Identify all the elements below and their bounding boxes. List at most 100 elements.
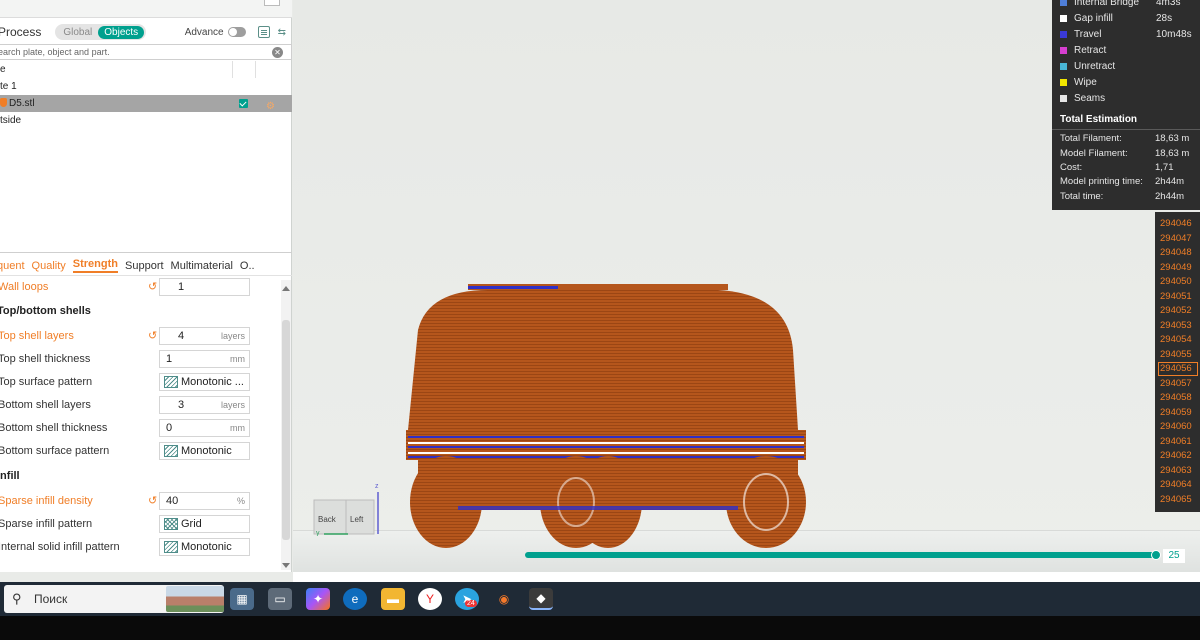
visible-checkbox[interactable] xyxy=(239,99,248,108)
internal-solid-infill-pattern-select[interactable]: Monotonic xyxy=(159,538,250,556)
section-top-bottom: Top/bottom shells xyxy=(0,301,280,321)
layer-list[interactable]: 294046 294047 294048 294049 294050 294051 2940… xyxy=(1155,212,1200,512)
file-explorer-icon[interactable]: ▬ xyxy=(381,588,405,610)
tab-support[interactable]: Support xyxy=(125,260,164,272)
layer-number[interactable]: 294059 xyxy=(1160,406,1192,420)
layer-number[interactable]: 294065 xyxy=(1160,493,1192,507)
bottom-shell-thickness-field[interactable]: 0 mm xyxy=(159,419,250,437)
object-search-bar: ✕ xyxy=(0,44,292,60)
setting-label: Bottom shell layers xyxy=(0,399,91,411)
sliced-model-preview xyxy=(406,284,806,548)
settings-panel: Wall loops ↺ 1 Top/bottom shells Top she… xyxy=(0,277,328,572)
layer-number[interactable]: 294060 xyxy=(1160,420,1192,434)
layer-number[interactable]: 294052 xyxy=(1160,304,1192,318)
legend-item: Gap infill 28s xyxy=(1060,12,1200,26)
setting-label: Bottom surface pattern xyxy=(0,445,110,457)
legend-item: Unretract xyxy=(1060,60,1200,74)
current-layer-marker xyxy=(1158,362,1198,376)
top-surface-pattern-select[interactable]: Monotonic ... xyxy=(159,373,250,391)
search-icon: ⚲ xyxy=(12,591,22,606)
layer-number[interactable]: 294055 xyxy=(1160,348,1192,362)
tree-row-root[interactable]: e xyxy=(0,61,292,78)
edge-browser-icon[interactable]: e xyxy=(343,588,367,610)
layer-number[interactable]: 294063 xyxy=(1160,464,1192,478)
wall-loops-field[interactable]: 1 xyxy=(159,278,328,296)
move-slider-handle[interactable] xyxy=(1151,550,1161,560)
process-title: Process xyxy=(0,25,42,39)
left-sidebar: Process Global Objects Advance ⇆ ✕ e te … xyxy=(0,0,328,572)
setting-label: Top surface pattern xyxy=(0,376,93,388)
estimation-row: Total time: 2h44m xyxy=(1060,191,1185,202)
calculator-icon[interactable]: ▦ xyxy=(230,588,254,610)
sparse-infill-pattern-select[interactable]: Grid xyxy=(159,515,250,533)
tab-quality[interactable]: Quality xyxy=(32,260,66,272)
setting-label: Sparse infill pattern xyxy=(0,518,93,530)
legend-item: Retract xyxy=(1060,44,1200,58)
object-search-input[interactable] xyxy=(0,45,268,59)
layer-number[interactable]: 294062 xyxy=(1160,449,1192,463)
compare-icon[interactable]: ⇆ xyxy=(278,27,286,38)
grid-pattern-icon xyxy=(164,518,178,530)
warning-icon xyxy=(0,98,7,107)
sparse-infill-density-field[interactable]: 40% xyxy=(159,492,250,510)
section-infill: Infill xyxy=(0,466,280,486)
tab-frequent[interactable]: quent xyxy=(0,260,25,272)
blender-icon[interactable]: ◉ xyxy=(492,588,516,610)
advance-toggle[interactable] xyxy=(227,27,246,37)
scroll-thumb xyxy=(282,320,290,540)
layer-number[interactable]: 294050 xyxy=(1160,275,1192,289)
settings-tabs: quent Quality Strength Support Multimate… xyxy=(0,256,292,276)
move-slider-track[interactable] xyxy=(525,552,1159,558)
cube-back-label: Back xyxy=(318,515,337,524)
z-axis-label: z xyxy=(375,483,379,490)
tree-row-outside[interactable]: tside xyxy=(0,112,292,129)
reset-icon[interactable]: ↺ xyxy=(148,491,157,511)
top-shell-layers-field[interactable]: 4 layers xyxy=(159,327,250,345)
clear-search-icon[interactable]: ✕ xyxy=(272,46,283,58)
layer-number[interactable]: 294061 xyxy=(1160,435,1192,449)
layer-number[interactable]: 294047 xyxy=(1160,232,1192,246)
reset-icon[interactable]: ↺ xyxy=(148,326,157,346)
setting-top-surface-pattern: Top surface pattern Monotonic ... xyxy=(0,372,280,392)
layer-number[interactable]: 294053 xyxy=(1160,319,1192,333)
layer-number[interactable]: 294064 xyxy=(1160,478,1192,492)
seg-global[interactable]: Global xyxy=(57,26,98,39)
settings-scrollbar[interactable] xyxy=(281,280,291,570)
layer-number[interactable]: 294051 xyxy=(1160,290,1192,304)
yandex-browser-icon[interactable]: Y xyxy=(418,588,442,610)
object-tree: e te 1 D5.stl ⚙ tside xyxy=(0,61,292,253)
pattern-icon xyxy=(164,376,178,388)
seg-objects[interactable]: Objects xyxy=(98,25,145,39)
tree-row-plate[interactable]: te 1 xyxy=(0,78,292,95)
copilot-icon[interactable]: ✦ xyxy=(306,588,330,610)
bottom-surface-pattern-select[interactable]: Monotonic xyxy=(159,442,250,460)
global-objects-switch[interactable]: Global Objects xyxy=(55,24,147,40)
tab-others[interactable]: O.. xyxy=(240,260,255,272)
layer-number[interactable]: 294048 xyxy=(1160,246,1192,260)
tree-row-label: D5.stl xyxy=(9,98,35,109)
layer-number[interactable]: 294054 xyxy=(1160,333,1192,347)
layer-number[interactable]: 294058 xyxy=(1160,391,1192,405)
tab-strength[interactable]: Strength xyxy=(72,258,119,273)
tab-multimaterial[interactable]: Multimaterial xyxy=(171,260,233,272)
setting-top-shell-thickness: Top shell thickness 1 mm xyxy=(0,349,280,369)
explorer-window-icon[interactable]: ▭ xyxy=(268,588,292,610)
pattern-icon xyxy=(164,541,178,553)
legend-swatch xyxy=(1060,0,1067,6)
layer-number[interactable]: 294049 xyxy=(1160,261,1192,275)
move-slider-value: 25 xyxy=(1163,549,1185,563)
view-cube[interactable]: Back Left z y xyxy=(308,480,388,536)
bottom-shell-layers-field[interactable]: 3 layers xyxy=(159,396,250,414)
layer-number[interactable]: 294046 xyxy=(1160,217,1192,231)
setting-sparse-infill-pattern: Sparse infill pattern Grid xyxy=(0,514,280,534)
setting-label: Bottom shell thickness xyxy=(0,422,108,434)
top-shell-thickness-field[interactable]: 1 mm xyxy=(159,350,250,368)
list-icon[interactable] xyxy=(257,26,270,38)
orca-slicer-icon[interactable]: ◆ xyxy=(529,588,553,610)
legend-item: Travel 10m48s xyxy=(1060,28,1200,42)
layer-number[interactable]: 294057 xyxy=(1160,377,1192,391)
reset-icon[interactable]: ↺ xyxy=(148,277,157,297)
taskbar-search[interactable]: ⚲ Поиск xyxy=(4,585,224,613)
tree-row-object[interactable]: D5.stl ⚙ xyxy=(0,95,292,112)
setting-internal-solid-infill-pattern: Internal solid infill pattern Monotonic xyxy=(0,537,280,557)
